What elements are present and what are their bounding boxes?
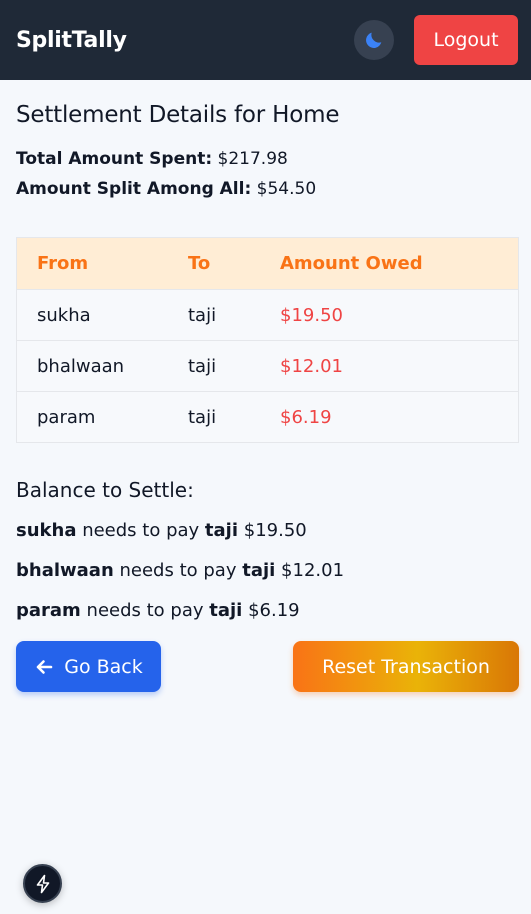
table-header-row: From To Amount Owed xyxy=(17,238,518,289)
settlement-table: From To Amount Owed sukha taji $19.50 bh… xyxy=(16,237,519,443)
payee-name: taji xyxy=(204,520,239,541)
cell-amount: $12.01 xyxy=(280,355,343,377)
total-spent-line: Total Amount Spent: $217.98 xyxy=(16,144,519,174)
balance-list: sukha needs to pay taji $19.50 bhalwaan … xyxy=(16,511,519,631)
page-title: Settlement Details for Home xyxy=(16,102,340,128)
cell-to: taji xyxy=(188,304,217,326)
settlement-page: Settlement Details for Home Total Amount… xyxy=(0,102,531,692)
balance-item: sukha needs to pay taji $19.50 xyxy=(16,511,519,551)
table-row: param taji $6.19 xyxy=(17,391,518,442)
payer-name: sukha xyxy=(16,520,77,541)
cell-amount: $6.19 xyxy=(280,406,332,428)
balance-title: Balance to Settle: xyxy=(16,478,194,502)
go-back-button[interactable]: Go Back xyxy=(16,641,161,692)
split-amount-label: Amount Split Among All: xyxy=(16,179,252,199)
cell-from: sukha xyxy=(37,304,91,326)
total-spent-label: Total Amount Spent: xyxy=(16,149,213,169)
cell-from: param xyxy=(37,406,96,428)
logout-button[interactable]: Logout xyxy=(414,15,518,65)
balance-connector: needs to pay xyxy=(86,600,204,621)
summary: Total Amount Spent: $217.98 Amount Split… xyxy=(16,144,519,204)
navbar: SplitTally Logout xyxy=(0,0,531,80)
balance-connector: needs to pay xyxy=(82,520,200,541)
total-spent-value: $217.98 xyxy=(217,149,288,169)
app-brand[interactable]: SplitTally xyxy=(16,28,127,53)
balance-item: bhalwaan needs to pay taji $12.01 xyxy=(16,551,519,591)
balance-item: param needs to pay taji $6.19 xyxy=(16,591,519,631)
split-amount-line: Amount Split Among All: $54.50 xyxy=(16,174,519,204)
action-buttons: Go Back Reset Transaction xyxy=(16,641,519,692)
moon-icon xyxy=(366,32,382,48)
cell-from: bhalwaan xyxy=(37,355,125,377)
payer-name: param xyxy=(16,600,81,621)
balance-amount: $12.01 xyxy=(281,560,345,581)
reset-transaction-button[interactable]: Reset Transaction xyxy=(293,641,519,692)
column-header-amount: Amount Owed xyxy=(280,253,423,274)
floating-action-button[interactable] xyxy=(23,864,62,903)
arrow-left-icon xyxy=(36,659,53,674)
cell-amount: $19.50 xyxy=(280,304,343,326)
table-row: sukha taji $19.50 xyxy=(17,289,518,340)
payer-name: bhalwaan xyxy=(16,560,114,581)
theme-toggle-button[interactable] xyxy=(354,20,394,60)
go-back-label: Go Back xyxy=(64,655,143,678)
payee-name: taji xyxy=(209,600,243,621)
cell-to: taji xyxy=(188,406,217,428)
split-amount-value: $54.50 xyxy=(256,179,317,199)
payee-name: taji xyxy=(242,560,276,581)
balance-amount: $6.19 xyxy=(248,600,300,621)
lightning-bolt-icon xyxy=(36,874,49,893)
cell-to: taji xyxy=(188,355,217,377)
balance-amount: $19.50 xyxy=(243,520,307,541)
navbar-actions: Logout xyxy=(354,15,518,65)
column-header-to: To xyxy=(188,253,211,274)
column-header-from: From xyxy=(37,253,89,274)
balance-connector: needs to pay xyxy=(119,560,237,581)
table-row: bhalwaan taji $12.01 xyxy=(17,340,518,391)
